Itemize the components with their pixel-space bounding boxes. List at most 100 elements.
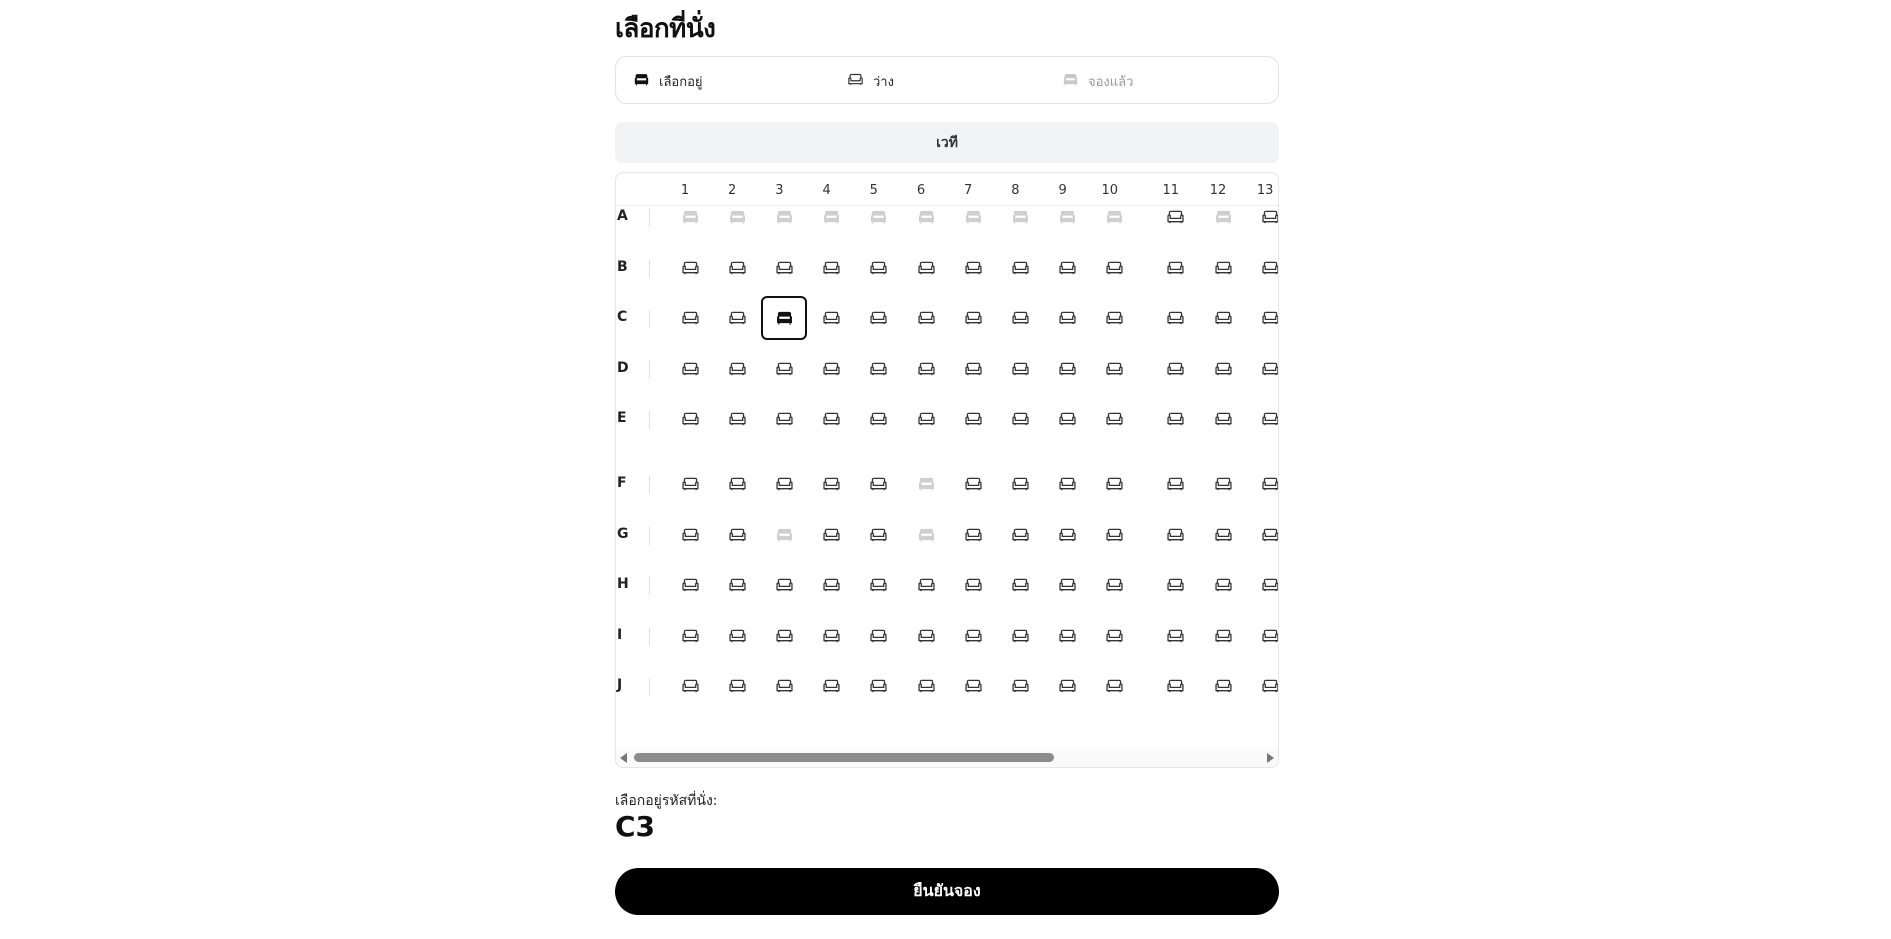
- seat-D11[interactable]: [1153, 347, 1199, 391]
- seat-F5[interactable]: [856, 462, 902, 506]
- seat-F2[interactable]: [714, 462, 760, 506]
- seat-E1[interactable]: [667, 397, 713, 441]
- seat-B8[interactable]: [997, 246, 1043, 290]
- seat-H4[interactable]: [809, 563, 855, 607]
- seat-I4[interactable]: [809, 614, 855, 658]
- seat-J13[interactable]: [1247, 664, 1279, 708]
- seat-E2[interactable]: [714, 397, 760, 441]
- seat-G7[interactable]: [950, 513, 996, 557]
- seat-F13[interactable]: [1247, 462, 1279, 506]
- seat-B10[interactable]: [1092, 246, 1138, 290]
- seat-J11[interactable]: [1153, 664, 1199, 708]
- seat-H3[interactable]: [761, 563, 807, 607]
- seat-D1[interactable]: [667, 347, 713, 391]
- seat-J8[interactable]: [997, 664, 1043, 708]
- seat-J4[interactable]: [809, 664, 855, 708]
- seat-F11[interactable]: [1153, 462, 1199, 506]
- seat-G11[interactable]: [1153, 513, 1199, 557]
- seat-E7[interactable]: [950, 397, 996, 441]
- seat-D2[interactable]: [714, 347, 760, 391]
- seat-I1[interactable]: [667, 614, 713, 658]
- seat-I7[interactable]: [950, 614, 996, 658]
- seat-B1[interactable]: [667, 246, 713, 290]
- seat-D5[interactable]: [856, 347, 902, 391]
- seat-B2[interactable]: [714, 246, 760, 290]
- seat-J6[interactable]: [903, 664, 949, 708]
- seat-G5[interactable]: [856, 513, 902, 557]
- seat-D8[interactable]: [997, 347, 1043, 391]
- seat-H8[interactable]: [997, 563, 1043, 607]
- seat-B9[interactable]: [1045, 246, 1091, 290]
- seat-I3[interactable]: [761, 614, 807, 658]
- seat-I10[interactable]: [1092, 614, 1138, 658]
- seat-D10[interactable]: [1092, 347, 1138, 391]
- seat-I9[interactable]: [1045, 614, 1091, 658]
- seat-B7[interactable]: [950, 246, 996, 290]
- seat-I11[interactable]: [1153, 614, 1199, 658]
- seat-C5[interactable]: [856, 296, 902, 340]
- seat-C8[interactable]: [997, 296, 1043, 340]
- seat-H1[interactable]: [667, 563, 713, 607]
- seat-E12[interactable]: [1200, 397, 1246, 441]
- seat-I6[interactable]: [903, 614, 949, 658]
- confirm-booking-button[interactable]: ยืนยันจอง: [615, 868, 1279, 915]
- seat-G4[interactable]: [809, 513, 855, 557]
- seat-H2[interactable]: [714, 563, 760, 607]
- seat-E8[interactable]: [997, 397, 1043, 441]
- seat-A11[interactable]: [1153, 195, 1199, 239]
- seat-C2[interactable]: [714, 296, 760, 340]
- seat-B4[interactable]: [809, 246, 855, 290]
- seat-D12[interactable]: [1200, 347, 1246, 391]
- seat-I5[interactable]: [856, 614, 902, 658]
- seat-I13[interactable]: [1247, 614, 1279, 658]
- seat-F7[interactable]: [950, 462, 996, 506]
- seat-E9[interactable]: [1045, 397, 1091, 441]
- horizontal-scrollbar[interactable]: [616, 749, 1278, 767]
- seat-G8[interactable]: [997, 513, 1043, 557]
- seat-D9[interactable]: [1045, 347, 1091, 391]
- scrollbar-thumb[interactable]: [634, 753, 1054, 762]
- seat-C13[interactable]: [1247, 296, 1279, 340]
- seat-D4[interactable]: [809, 347, 855, 391]
- seat-H6[interactable]: [903, 563, 949, 607]
- seat-C6[interactable]: [903, 296, 949, 340]
- seat-A13[interactable]: [1247, 195, 1279, 239]
- seat-G9[interactable]: [1045, 513, 1091, 557]
- seat-C1[interactable]: [667, 296, 713, 340]
- seat-C3[interactable]: [761, 296, 808, 340]
- seat-D3[interactable]: [761, 347, 807, 391]
- seat-I12[interactable]: [1200, 614, 1246, 658]
- seat-E10[interactable]: [1092, 397, 1138, 441]
- seat-D6[interactable]: [903, 347, 949, 391]
- seat-C12[interactable]: [1200, 296, 1246, 340]
- seat-G13[interactable]: [1247, 513, 1279, 557]
- seat-F3[interactable]: [761, 462, 807, 506]
- seat-F10[interactable]: [1092, 462, 1138, 506]
- seat-C11[interactable]: [1153, 296, 1199, 340]
- seat-J9[interactable]: [1045, 664, 1091, 708]
- seat-E11[interactable]: [1153, 397, 1199, 441]
- seat-F8[interactable]: [997, 462, 1043, 506]
- seat-J12[interactable]: [1200, 664, 1246, 708]
- seat-B5[interactable]: [856, 246, 902, 290]
- seat-B13[interactable]: [1247, 246, 1279, 290]
- seat-C10[interactable]: [1092, 296, 1138, 340]
- seat-C7[interactable]: [950, 296, 996, 340]
- seat-F12[interactable]: [1200, 462, 1246, 506]
- seat-B3[interactable]: [761, 246, 807, 290]
- seat-F1[interactable]: [667, 462, 713, 506]
- seat-G10[interactable]: [1092, 513, 1138, 557]
- seat-J5[interactable]: [856, 664, 902, 708]
- seat-B6[interactable]: [903, 246, 949, 290]
- seat-E5[interactable]: [856, 397, 902, 441]
- seat-F9[interactable]: [1045, 462, 1091, 506]
- seat-B11[interactable]: [1153, 246, 1199, 290]
- seat-E4[interactable]: [809, 397, 855, 441]
- seat-G1[interactable]: [667, 513, 713, 557]
- seat-H10[interactable]: [1092, 563, 1138, 607]
- seat-F4[interactable]: [809, 462, 855, 506]
- seat-D7[interactable]: [950, 347, 996, 391]
- seat-I2[interactable]: [714, 614, 760, 658]
- seat-H13[interactable]: [1247, 563, 1279, 607]
- seat-J7[interactable]: [950, 664, 996, 708]
